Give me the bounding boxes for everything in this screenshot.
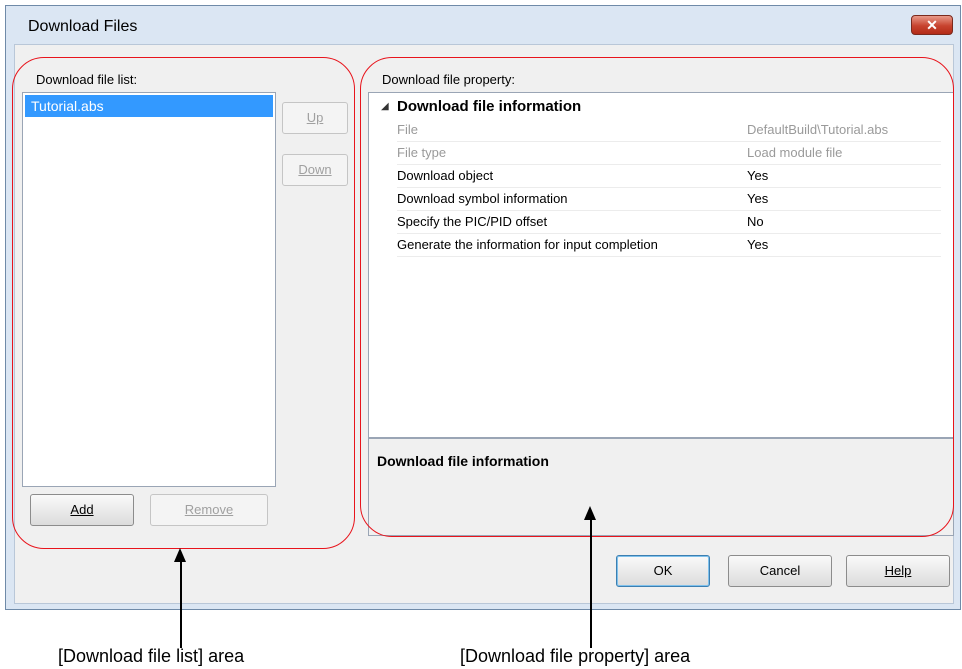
cancel-button[interactable]: Cancel xyxy=(728,555,832,587)
property-value[interactable]: No xyxy=(747,214,764,229)
property-value: DefaultBuild\Tutorial.abs xyxy=(747,122,889,137)
help-button[interactable]: Help xyxy=(846,555,950,587)
file-listbox[interactable]: Tutorial.abs xyxy=(22,92,276,487)
property-value: Load module file xyxy=(747,145,843,160)
property-value[interactable]: Yes xyxy=(747,237,768,252)
property-name: File xyxy=(397,122,418,137)
property-label: Download file property: xyxy=(382,72,515,87)
property-description-panel: Download file information xyxy=(368,438,954,536)
property-row-file-type[interactable]: File type Load module file xyxy=(397,142,941,165)
down-button-label: Down xyxy=(298,162,332,177)
down-button[interactable]: Down xyxy=(282,154,348,186)
ok-button[interactable]: OK xyxy=(616,555,710,587)
file-list-label: Download file list: xyxy=(36,72,138,87)
add-button-label: Add xyxy=(70,502,94,517)
ok-button-label: OK xyxy=(653,563,673,578)
property-row-download-symbol[interactable]: Download symbol information Yes xyxy=(397,188,941,211)
property-name: File type xyxy=(397,145,447,160)
property-name: Download symbol information xyxy=(397,191,568,206)
title-bar: Download Files ✕ xyxy=(6,6,960,44)
list-arrow-line xyxy=(180,560,182,648)
property-value[interactable]: Yes xyxy=(747,168,768,183)
collapse-triangle-icon[interactable]: ◢ xyxy=(381,101,389,112)
property-name: Download object xyxy=(397,168,494,183)
property-arrow-line xyxy=(590,518,592,648)
list-item[interactable]: Tutorial.abs xyxy=(25,95,273,117)
property-row-download-object[interactable]: Download object Yes xyxy=(397,165,941,188)
category-label: Download file information xyxy=(397,98,582,115)
help-button-label: Help xyxy=(884,563,912,578)
property-row-file[interactable]: File DefaultBuild\Tutorial.abs xyxy=(397,119,941,142)
cancel-button-label: Cancel xyxy=(759,563,801,578)
file-list-area-caption: [Download file list] area xyxy=(58,646,245,666)
property-name: Generate the information for input compl… xyxy=(397,237,658,252)
up-button[interactable]: Up xyxy=(282,102,348,134)
property-value[interactable]: Yes xyxy=(747,191,768,206)
close-icon: ✕ xyxy=(926,17,938,33)
category-row[interactable]: ◢ Download file information xyxy=(369,97,953,119)
dialog-title: Download Files xyxy=(28,18,138,35)
property-grid[interactable]: ◢ Download file information File Default… xyxy=(368,92,954,438)
remove-button[interactable]: Remove xyxy=(150,494,268,526)
description-title: Download file information xyxy=(377,453,549,469)
property-name: Specify the PIC/PID offset xyxy=(397,214,548,229)
file-property-area-caption: [Download file property] area xyxy=(460,646,691,666)
property-row-input-completion[interactable]: Generate the information for input compl… xyxy=(397,234,941,257)
add-button[interactable]: Add xyxy=(30,494,134,526)
close-button[interactable]: ✕ xyxy=(911,15,953,35)
property-row-pic-pid-offset[interactable]: Specify the PIC/PID offset No xyxy=(397,211,941,234)
up-button-label: Up xyxy=(306,110,324,125)
remove-button-label: Remove xyxy=(184,502,234,517)
